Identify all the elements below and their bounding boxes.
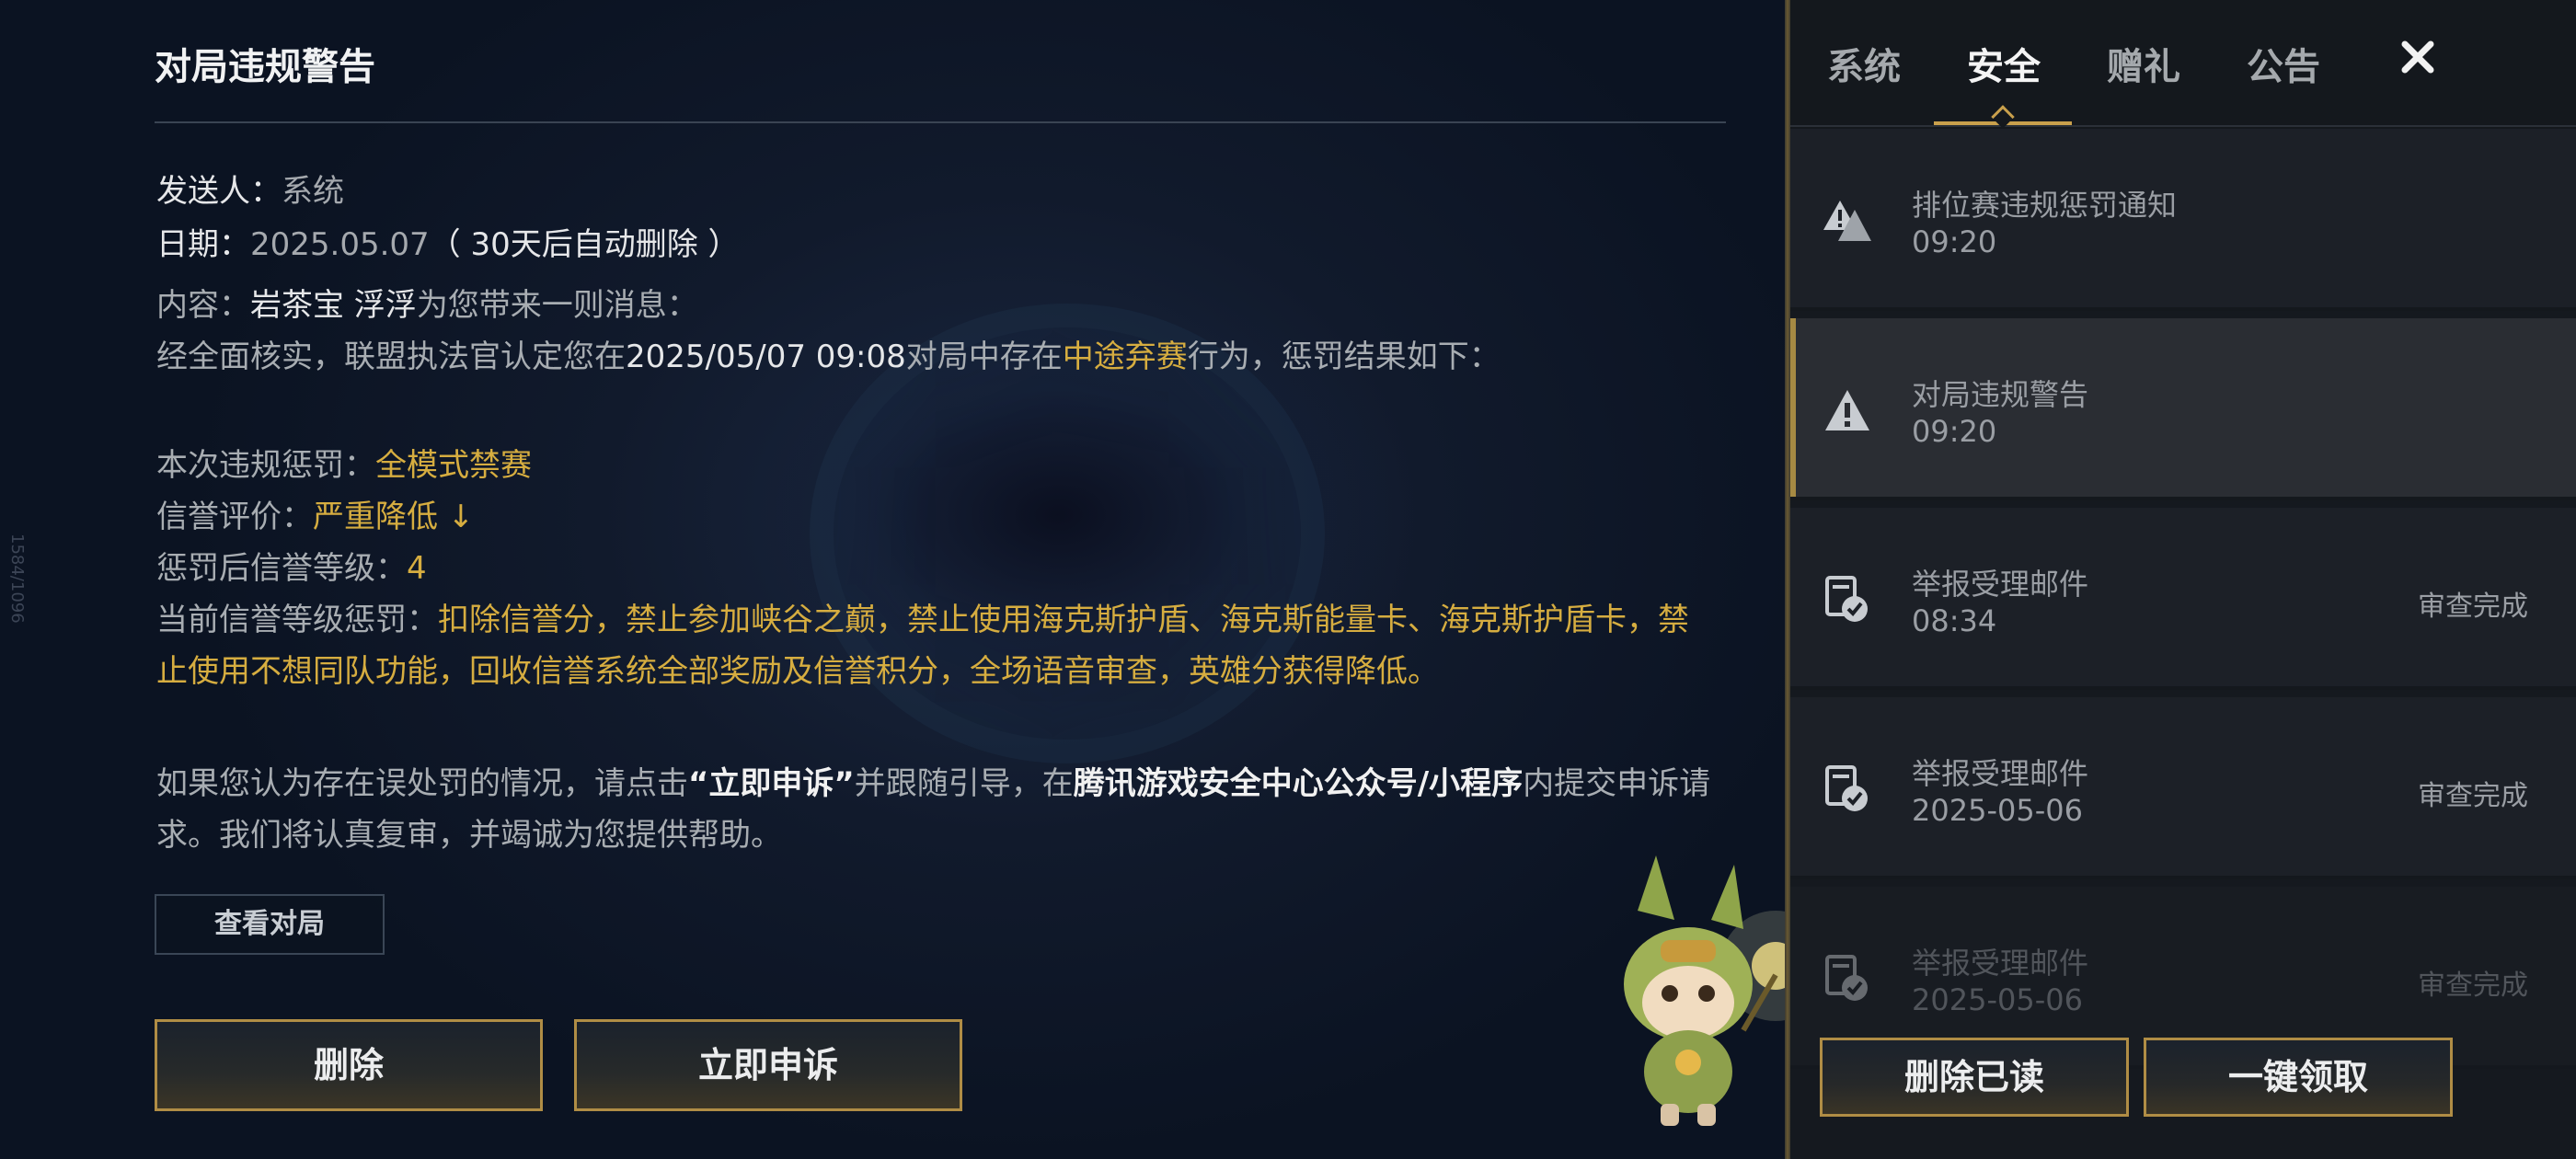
current-penalty-line: 当前信誉等级惩罚：扣除信誉分，禁止参加峡谷之巅，禁止使用海克斯护盾、海克斯能量卡…: [156, 594, 1711, 697]
warning-double-icon: [1823, 201, 1871, 241]
mail-item-title: 对局违规警告: [1912, 377, 2089, 412]
side-number: 1584/1096: [7, 534, 27, 624]
level-value: 4: [407, 550, 427, 587]
tab-system[interactable]: 系统: [1827, 37, 1901, 90]
report-check-icon: [1825, 765, 1868, 811]
penalty-value: 全模式禁赛: [375, 447, 532, 484]
auto-delete-note: （ 30天后自动删除 ）: [429, 226, 740, 263]
claim-all-button[interactable]: 一键领取: [2144, 1038, 2453, 1117]
mail-item-time: 09:20: [1912, 224, 1997, 259]
appeal-link-text: “立即申诉”: [688, 765, 855, 802]
appeal-button[interactable]: 立即申诉: [574, 1019, 962, 1111]
selected-indicator: [1790, 318, 1796, 497]
date-label: 日期：: [156, 226, 250, 263]
mail-item-time: 08:34: [1912, 603, 1997, 638]
verdict-mid: 对局中存在: [905, 339, 1063, 375]
appeal-block: 如果您认为存在误处罚的情况，请点击“立即申诉”并跟随引导，在腾讯游戏安全中心公众…: [156, 758, 1711, 861]
mail-list-item-selected[interactable]: 对局违规警告 09:20: [1790, 318, 2576, 500]
report-check-icon: [1825, 576, 1868, 622]
tab-bar: 系统 安全 赠礼 公告: [1790, 0, 2576, 129]
security-center-text: 腾讯游戏安全中心公众号/小程序: [1073, 765, 1524, 802]
mascot-character-icon: [1624, 855, 1812, 1126]
delete-read-button[interactable]: 删除已读: [1820, 1038, 2129, 1117]
mail-item-status: 审查完成: [2418, 970, 2528, 1002]
credit-value: 严重降低 ↓: [313, 499, 475, 535]
verdict-behavior: 中途弃赛: [1062, 339, 1188, 375]
mail-item-title: 举报受理邮件: [1912, 567, 2089, 602]
content-from-suffix: 为您带来一则消息：: [416, 287, 698, 324]
current-label: 当前信誉等级惩罚：: [156, 602, 438, 638]
sender-row: 发送人：系统: [156, 166, 344, 211]
mail-detail-panel: 1584/1096 对局违规警告 发送人：系统 日期：2025.05.07（ 3…: [0, 0, 1785, 1159]
mail-list-item[interactable]: 举报受理邮件 2025-05-06 审查完成: [1790, 697, 2576, 879]
mail-item-time: 2025-05-06: [1912, 793, 2083, 828]
mail-list-item[interactable]: 举报受理邮件 08:34 审查完成: [1790, 508, 2576, 690]
date-row: 日期：2025.05.07（ 30天后自动删除 ）: [156, 219, 740, 264]
verdict-line: 经全面核实，联盟执法官认定您在2025/05/07 09:08对局中存在中途弃赛…: [156, 331, 1711, 383]
close-icon[interactable]: [2388, 28, 2447, 86]
verdict-post: 行为，惩罚结果如下：: [1187, 339, 1501, 375]
penalty-label: 本次违规惩罚：: [156, 447, 375, 484]
view-match-button[interactable]: 查看对局: [155, 894, 385, 955]
content-from: 岩茶宝 浮浮: [250, 287, 417, 324]
mail-item-time: 09:20: [1912, 414, 1997, 449]
verdict-pre: 经全面核实，联盟执法官认定您在: [156, 339, 626, 375]
mail-item-title: 排位赛违规惩罚通知: [1912, 188, 2178, 223]
level-label: 惩罚后信誉等级：: [156, 550, 407, 587]
date-value: 2025.05.07: [250, 226, 430, 263]
verdict-time: 2025/05/07 09:08: [626, 339, 906, 375]
tab-security[interactable]: 安全: [1967, 37, 2041, 90]
mail-item-time: 2025-05-06: [1912, 982, 2083, 1017]
report-check-icon: [1825, 955, 1868, 1001]
tab-rule: [1790, 125, 2576, 127]
credit-label: 信誉评价：: [156, 499, 313, 535]
sender-value: 系统: [282, 173, 344, 210]
tab-gift[interactable]: 赠礼: [2107, 37, 2180, 90]
content-block: 内容：岩茶宝 浮浮为您带来一则消息： 经全面核实，联盟执法官认定您在2025/0…: [156, 280, 1711, 383]
delete-button[interactable]: 删除: [155, 1019, 543, 1111]
penalty-line: 本次违规惩罚：全模式禁赛: [156, 440, 1711, 491]
mail-list-item[interactable]: 排位赛违规惩罚通知 09:20: [1790, 129, 2576, 311]
content-label: 内容：: [156, 287, 250, 324]
content-from-line: 内容：岩茶宝 浮浮为您带来一则消息：: [156, 280, 1711, 331]
appeal-mid: 并跟随引导，在: [854, 765, 1074, 802]
mail-item-title: 举报受理邮件: [1912, 946, 2089, 981]
sender-label: 发送人：: [156, 173, 282, 210]
warning-icon: [1825, 390, 1869, 430]
mail-item-status: 审查完成: [2418, 591, 2528, 623]
credit-line: 信誉评价：严重降低 ↓: [156, 491, 1711, 543]
mail-item-title: 举报受理邮件: [1912, 756, 2089, 791]
mail-title: 对局违规警告: [155, 46, 375, 88]
tab-notice[interactable]: 公告: [2247, 37, 2320, 90]
level-line: 惩罚后信誉等级：4: [156, 543, 1711, 594]
mail-list-panel: 系统 安全 赠礼 公告 排位赛违规惩罚通知 09:20 对局违规警告 09:20…: [1790, 0, 2576, 1159]
title-divider: [155, 121, 1726, 123]
appeal-pre: 如果您认为存在误处罚的情况，请点击: [156, 765, 688, 802]
mail-item-status: 审查完成: [2418, 780, 2528, 812]
penalty-block: 本次违规惩罚：全模式禁赛 信誉评价：严重降低 ↓ 惩罚后信誉等级：4 当前信誉等…: [156, 440, 1711, 697]
